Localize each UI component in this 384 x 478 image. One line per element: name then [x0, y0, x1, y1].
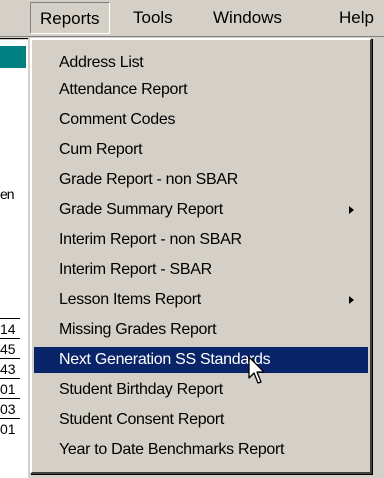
menu-item-attendance-report[interactable]: Attendance Report	[34, 77, 368, 103]
menu-item-interim-report-sbar[interactable]: Interim Report - SBAR	[34, 257, 368, 283]
menu-windows[interactable]: Windows	[204, 2, 291, 34]
menu-item-missing-grades-report[interactable]: Missing Grades Report	[34, 317, 368, 343]
menu-reports[interactable]: Reports	[30, 2, 110, 34]
menu-bar: Reports Tools Windows Help	[0, 0, 384, 37]
background-row: 43	[0, 358, 20, 379]
menu-item-label: Student Birthday Report	[59, 381, 223, 398]
background-row: 03	[0, 398, 20, 419]
background-label-fragment: en	[0, 186, 15, 202]
menu-item-label: Lesson Items Report	[59, 291, 201, 308]
menu-item-interim-report-non-sbar[interactable]: Interim Report - non SBAR	[34, 227, 368, 253]
menu-item-label: Next Generation SS Standards	[59, 351, 271, 368]
mouse-pointer-icon	[248, 356, 265, 384]
menu-item-year-to-date-benchmarks-report[interactable]: Year to Date Benchmarks Report	[34, 437, 368, 463]
menu-item-grade-summary-report[interactable]: Grade Summary Report	[34, 197, 368, 223]
background-row: 45	[0, 338, 20, 359]
menu-item-label: Cum Report	[59, 141, 143, 158]
menu-item-label: Address List	[59, 54, 144, 71]
menu-item-label: Student Consent Report	[59, 411, 225, 428]
menu-item-label: Comment Codes	[59, 111, 176, 128]
menu-item-lesson-items-report[interactable]: Lesson Items Report	[34, 287, 368, 313]
menu-help[interactable]: Help	[330, 2, 383, 34]
background-row: 01	[0, 418, 20, 439]
menu-item-student-birthday-report[interactable]: Student Birthday Report	[34, 377, 368, 403]
menu-item-label: Interim Report - SBAR	[59, 261, 212, 278]
background-table: 14 45 43 01 03 01	[0, 318, 20, 478]
background-divider	[0, 38, 28, 39]
menu-item-next-generation-ss-standards[interactable]: Next Generation SS Standards	[34, 347, 368, 373]
menu-item-label: Interim Report - non SBAR	[59, 231, 242, 248]
menu-item-label: Grade Report - non SBAR	[59, 171, 238, 188]
menu-item-label: Year to Date Benchmarks Report	[59, 441, 285, 458]
menu-item-label: Missing Grades Report	[59, 321, 217, 338]
submenu-arrow-icon	[349, 296, 354, 304]
menu-tools[interactable]: Tools	[124, 2, 182, 34]
menu-item-student-consent-report[interactable]: Student Consent Report	[34, 407, 368, 433]
background-row: 01	[0, 378, 20, 399]
menu-item-address-list[interactable]: Address List	[34, 50, 368, 76]
reports-dropdown-menu: Address List Attendance Report Comment C…	[30, 38, 372, 474]
menu-item-label: Grade Summary Report	[59, 201, 223, 218]
background-row: 14	[0, 318, 20, 339]
background-teal-bar	[0, 46, 26, 68]
menu-item-cum-report[interactable]: Cum Report	[34, 137, 368, 163]
submenu-arrow-icon	[349, 206, 354, 214]
menu-item-label: Attendance Report	[59, 81, 188, 98]
menu-item-comment-codes[interactable]: Comment Codes	[34, 107, 368, 133]
menu-item-grade-report-non-sbar[interactable]: Grade Report - non SBAR	[34, 167, 368, 193]
